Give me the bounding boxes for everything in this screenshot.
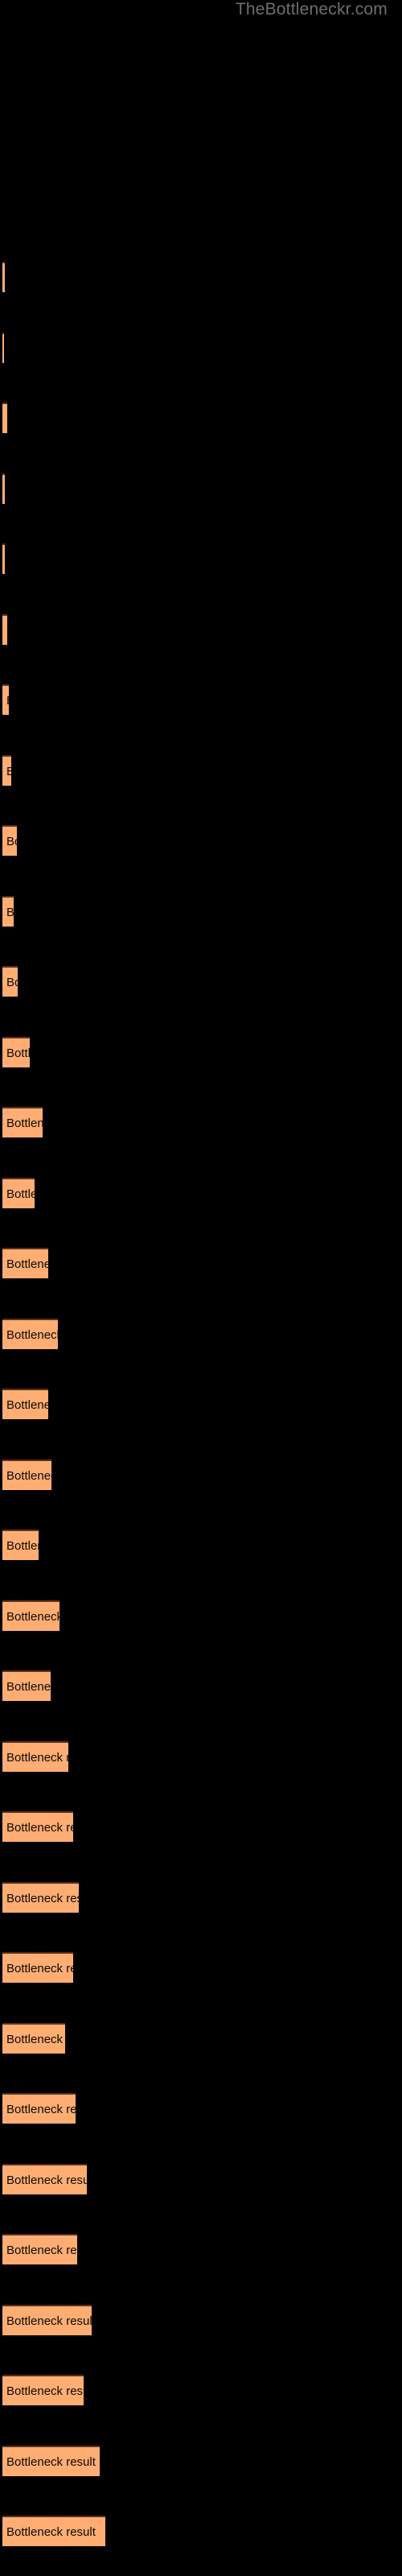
bar-row: Bottleneck result	[2, 2304, 92, 2335]
bar-label: Bottleneck result	[6, 976, 18, 989]
bar-row: Bottleneck result	[2, 2022, 65, 2054]
chart-bar[interactable]: Bottleneck result	[2, 2022, 65, 2054]
bar-row: Bottleneck result	[2, 1881, 79, 1913]
bar-row: Bottleneck result	[2, 1459, 51, 1490]
chart-bar[interactable]: Bottleneck result	[2, 402, 7, 433]
chart-bar[interactable]: Bottleneck result	[2, 1811, 73, 1842]
bar-row: Bottleneck result	[2, 1740, 68, 1772]
bar-row: Bottleneck result	[2, 2234, 77, 2264]
bar-row: Bottleneck result	[2, 2516, 105, 2546]
chart-bar[interactable]: Bottleneck result	[2, 825, 17, 856]
bar-label: Bottleneck result	[6, 1609, 59, 1624]
bar-row: Bottleneck result	[2, 332, 4, 363]
chart-bar[interactable]: Bottleneck result	[2, 543, 5, 574]
bar-row: Bottleneck result	[2, 966, 18, 997]
chart-bar[interactable]: Bottleneck result	[2, 1389, 48, 1419]
bar-label: Bottleneck result	[6, 1962, 73, 1975]
bar-label: Bottleneck result	[6, 1891, 79, 1905]
bar-label: Bottleneck result	[6, 616, 7, 645]
chart-bar[interactable]: Bottleneck result	[2, 2163, 87, 2194]
bar-row: Bottleneck result	[2, 825, 17, 856]
chart-bar[interactable]: Bottleneck result	[2, 2445, 100, 2476]
chart-bar[interactable]: Bottleneck result	[2, 1107, 43, 1137]
bar-row: Bottleneck result	[2, 1248, 48, 1278]
bar-label: Bottleneck result	[6, 1327, 58, 1342]
chart-bar[interactable]: Bottleneck result	[2, 2093, 76, 2124]
bar-label: Bottleneck result	[6, 1539, 39, 1553]
chart-bar[interactable]: Bottleneck result	[2, 1530, 39, 1560]
chart-bar[interactable]: Bottleneck result	[2, 2375, 84, 2405]
chart-bar[interactable]: Bottleneck result	[2, 1740, 68, 1772]
chart-bar[interactable]: Bottleneck result	[2, 2304, 92, 2335]
chart-bar[interactable]: Bottleneck result	[2, 262, 5, 292]
bar-label: Bottleneck result	[6, 835, 17, 848]
chart-bar[interactable]: Bottleneck result	[2, 613, 7, 645]
bar-row: Bottleneck result	[2, 543, 5, 574]
bar-label: Bottleneck result	[6, 1257, 48, 1271]
bar-label: Bottleneck result	[6, 757, 11, 786]
bar-row: Bottleneck result	[2, 2163, 87, 2194]
bar-row: Bottleneck result	[2, 1036, 30, 1067]
chart-bar[interactable]: Bottleneck result	[2, 1248, 48, 1278]
chart-bar[interactable]: Bottleneck result	[2, 754, 11, 786]
bar-row: Bottleneck result	[2, 1177, 35, 1208]
bar-label: Bottleneck result	[6, 1187, 35, 1201]
chart-bar[interactable]: Bottleneck result	[2, 1952, 73, 1983]
bar-row: Bottleneck result	[2, 754, 11, 786]
chart-bar[interactable]: Bottleneck result	[2, 1036, 30, 1067]
bar-row: Bottleneck result	[2, 1670, 51, 1701]
bar-label: Bottleneck result	[6, 1468, 51, 1483]
chart-bar[interactable]: Bottleneck result	[2, 895, 14, 927]
chart-bar[interactable]: Bottleneck result	[2, 1177, 35, 1208]
bar-label: Bottleneck result	[6, 2103, 76, 2116]
bar-row: Bottleneck result	[2, 1811, 73, 1842]
bar-row: Bottleneck result	[2, 895, 14, 927]
bar-label: Bottleneck result	[6, 1117, 43, 1130]
bar-label: Bottleneck result	[6, 898, 14, 927]
bar-label: Bottleneck result	[6, 2454, 96, 2469]
bar-label: Bottleneck result	[6, 1750, 68, 1765]
chart-bar[interactable]: Bottleneck result	[2, 1600, 59, 1631]
bar-label: Bottleneck result	[6, 1680, 51, 1694]
bar-label: Bottleneck result	[6, 404, 7, 433]
chart-bar[interactable]: Bottleneck result	[2, 332, 4, 363]
bar-row: Bottleneck result	[2, 402, 7, 433]
chart-bar[interactable]: Bottleneck result	[2, 1459, 51, 1490]
bar-row: Bottleneck result	[2, 684, 9, 715]
bottleneck-bar-chart: Bottleneck result Bottleneck result Bottle…	[0, 0, 402, 2576]
bar-label: Bottleneck result	[6, 1821, 73, 1835]
bar-row: Bottleneck result	[2, 262, 5, 292]
chart-bar[interactable]: Bottleneck result	[2, 1318, 58, 1349]
bar-label: Bottleneck result	[6, 1398, 48, 1412]
bar-row: Bottleneck result	[2, 1318, 58, 1349]
bar-row: Bottleneck result	[2, 1107, 43, 1137]
bar-label: Bottleneck result	[6, 1046, 30, 1060]
bar-row: Bottleneck result	[2, 1600, 59, 1631]
bar-row: Bottleneck result	[2, 473, 5, 504]
bar-label: Bottleneck result	[6, 2525, 96, 2539]
chart-bar[interactable]: Bottleneck result	[2, 2516, 105, 2546]
bar-label: Bottleneck result	[6, 2244, 77, 2257]
chart-bar[interactable]: Bottleneck result	[2, 473, 5, 504]
bar-label: Bottleneck result	[6, 2314, 92, 2328]
chart-bar[interactable]: Bottleneck result	[2, 1670, 51, 1701]
bar-label: Bottleneck result	[6, 2384, 84, 2398]
chart-bar[interactable]: Bottleneck result	[2, 1881, 79, 1913]
chart-bar[interactable]: Bottleneck result	[2, 2234, 77, 2264]
bar-row: Bottleneck result	[2, 2093, 76, 2124]
bar-label: Bottleneck result	[6, 2032, 65, 2046]
bar-row: Bottleneck result	[2, 1952, 73, 1983]
bar-row: Bottleneck result	[2, 2375, 84, 2405]
bar-row: Bottleneck result	[2, 1389, 48, 1419]
chart-bar[interactable]: Bottleneck result	[2, 966, 18, 997]
bar-label: Bottleneck result	[6, 686, 9, 715]
bar-row: Bottleneck result	[2, 1530, 39, 1560]
bar-row: Bottleneck result	[2, 613, 7, 645]
bar-row: Bottleneck result	[2, 2445, 100, 2476]
chart-bar[interactable]: Bottleneck result	[2, 684, 9, 715]
bar-label: Bottleneck result	[6, 2173, 87, 2187]
